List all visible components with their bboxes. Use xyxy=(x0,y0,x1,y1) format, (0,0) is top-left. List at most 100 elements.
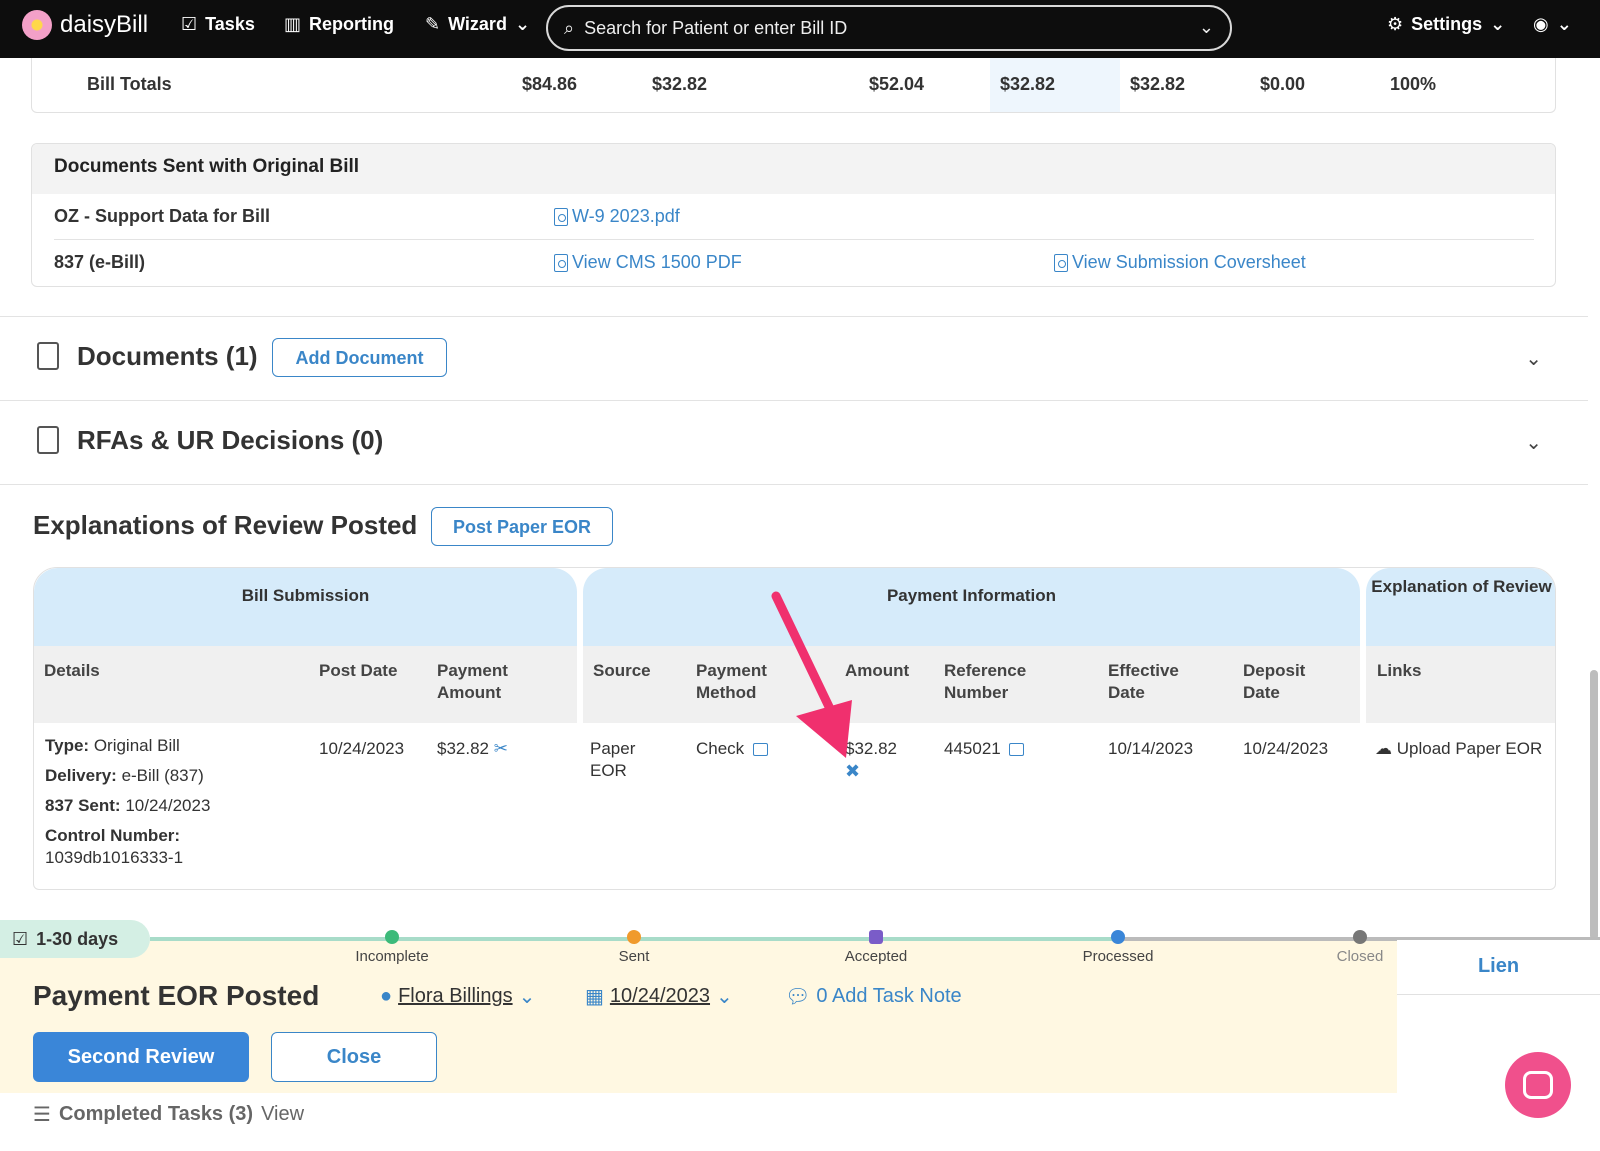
documents-section[interactable]: Documents (1) Add Document ⌄ xyxy=(0,316,1588,400)
stage-accepted: Accepted xyxy=(816,930,936,965)
user-circle-icon: ◉ xyxy=(1533,14,1549,34)
payment-method-cell: Check xyxy=(696,738,768,760)
chevron-down-icon[interactable]: ⌄ xyxy=(1199,17,1214,38)
nav-reporting-label: Reporting xyxy=(309,14,395,34)
sent-value: 10/24/2023 xyxy=(125,796,211,815)
delivery-label: Delivery: xyxy=(45,766,117,785)
header-details: Details xyxy=(44,661,100,680)
chat-launcher-button[interactable] xyxy=(1505,1052,1571,1118)
header-payment-method: Payment Method xyxy=(696,661,767,702)
due-date: 10/24/2023 xyxy=(609,985,711,1007)
due-date-dropdown[interactable]: ▦ 10/24/2023 ⌄ xyxy=(585,984,733,1009)
assignee-dropdown[interactable]: ● Flora Billings ⌄ xyxy=(380,984,535,1009)
header-amount: Amount xyxy=(845,661,910,680)
task-title: Payment EOR Posted xyxy=(33,980,320,1011)
view-coversheet-label: View Submission Coversheet xyxy=(1072,252,1306,272)
header-effective-date: Effective Date xyxy=(1108,661,1179,702)
documents-title: Documents (1) xyxy=(77,341,258,371)
doc-row-label: 837 (e-Bill) xyxy=(54,252,146,272)
total-value: $52.04 xyxy=(869,74,925,94)
header-source: Source xyxy=(593,661,651,680)
nav-settings[interactable]: ⚙ Settings ⌄ xyxy=(1387,14,1505,35)
header-deposit-date: Deposit Date xyxy=(1243,661,1306,702)
view-cms-1500-label: View CMS 1500 PDF xyxy=(572,252,742,272)
chevron-down-icon: ⌄ xyxy=(518,986,536,1008)
rfas-section[interactable]: RFAs & UR Decisions (0) ⌄ xyxy=(0,400,1588,484)
scrollbar[interactable] xyxy=(1590,670,1598,940)
close-button[interactable]: Close xyxy=(271,1032,437,1082)
nav-wizard[interactable]: ✎ Wizard ⌄ xyxy=(425,14,530,35)
add-document-button[interactable]: Add Document xyxy=(272,338,447,377)
upload-paper-eor-label: Upload Paper EOR xyxy=(1396,739,1543,758)
pdf-file-icon xyxy=(554,253,568,272)
add-task-note-link[interactable]: 💬︎ 0 Add Task Note xyxy=(785,984,962,1009)
group-payment-information: Payment Information xyxy=(583,568,1360,646)
circle-icon xyxy=(1353,930,1367,944)
add-task-note-label: 0 Add Task Note xyxy=(816,985,962,1007)
bill-totals-label: Bill Totals xyxy=(87,74,172,94)
edit-icon[interactable] xyxy=(752,743,768,757)
search-placeholder: Search for Patient or enter Bill ID xyxy=(584,17,848,38)
search-input[interactable]: ⌕ Search for Patient or enter Bill ID ⌄ xyxy=(546,5,1232,51)
task-bar: ☑ 1-30 days Incomplete Sent Accepted Pro… xyxy=(0,920,1600,1151)
reference-number-value: 445021 xyxy=(944,739,1001,758)
assignee-name: Flora Billings xyxy=(398,985,513,1007)
payment-amount-cell: $32.82 ✂ xyxy=(437,738,508,760)
completed-tasks[interactable]: ☰ Completed Tasks (3) View xyxy=(33,1102,304,1127)
delivery-value: e-Bill (837) xyxy=(121,766,204,785)
header-post-date: Post Date xyxy=(319,661,398,680)
completed-tasks-label: Completed Tasks (3) xyxy=(58,1103,254,1125)
payment-method-value: Check xyxy=(696,739,745,758)
total-value: $0.00 xyxy=(1260,74,1306,94)
column-separator xyxy=(577,568,583,723)
chevron-down-icon: ⌄ xyxy=(716,986,733,1008)
delete-x-icon[interactable]: ✖ xyxy=(845,761,860,781)
bar-chart-icon: ▥ xyxy=(284,14,302,34)
header-payment-amount: Payment Amount xyxy=(437,661,508,702)
total-value: $84.86 xyxy=(522,74,578,94)
brand-name: daisyBill xyxy=(60,11,149,38)
brand-logo[interactable]: daisyBill xyxy=(22,10,148,40)
check-circle-icon xyxy=(385,930,399,944)
documents-sent-card: Documents Sent with Original Bill OZ - S… xyxy=(31,143,1556,287)
stage-label: Processed xyxy=(1082,948,1154,965)
w9-link[interactable]: W-9 2023.pdf xyxy=(554,206,680,227)
nav-reporting[interactable]: ▥ Reporting xyxy=(284,14,394,35)
post-date-cell: 10/24/2023 xyxy=(319,739,405,758)
divider xyxy=(0,484,1588,485)
control-value: 1039db1016333-1 xyxy=(45,848,184,867)
chevron-down-icon[interactable]: ⌄ xyxy=(1525,346,1542,371)
sent-label: 837 Sent: xyxy=(45,796,121,815)
view-link[interactable]: View xyxy=(261,1103,304,1126)
view-cms-1500-link[interactable]: View CMS 1500 PDF xyxy=(554,252,742,273)
days-label: 1-30 days xyxy=(36,928,119,949)
edit-icon[interactable] xyxy=(1009,743,1025,757)
chevron-down-icon[interactable]: ⌄ xyxy=(1525,430,1542,455)
scissors-icon[interactable]: ✂ xyxy=(494,739,508,758)
effective-date-cell: 10/14/2023 xyxy=(1108,739,1194,758)
comment-icon: 💬︎ xyxy=(785,986,811,1008)
pdf-file-icon xyxy=(37,342,59,370)
details-cell: Type: Original Bill Delivery: e-Bill (83… xyxy=(45,731,210,869)
source-cell: Paper EOR xyxy=(590,739,636,780)
stage-label: Incomplete xyxy=(355,948,429,965)
view-coversheet-link[interactable]: View Submission Coversheet xyxy=(1054,252,1306,273)
second-review-button[interactable]: Second Review xyxy=(33,1032,249,1082)
amount-cell: $32.82 ✖ xyxy=(845,738,897,783)
daisy-icon xyxy=(22,10,52,40)
doc-row: OZ - Support Data for Bill W-9 2023.pdf xyxy=(54,194,1534,240)
stage-sent: Sent xyxy=(574,930,694,965)
reference-number-cell: 445021 xyxy=(944,738,1025,760)
eor-section-title: Explanations of Review Posted xyxy=(33,510,418,540)
lien-tab[interactable]: Lien xyxy=(1397,940,1600,995)
nav-tasks[interactable]: ☑ Tasks xyxy=(181,14,255,35)
post-paper-eor-button[interactable]: Post Paper EOR xyxy=(431,507,613,546)
type-value: Original Bill xyxy=(93,736,180,755)
document-icon xyxy=(37,426,59,454)
upload-paper-eor-link[interactable]: ☁ Upload Paper EOR xyxy=(1375,738,1545,760)
stage-label: Accepted xyxy=(844,948,908,965)
user-menu[interactable]: ◉ ⌄ xyxy=(1533,14,1572,35)
clipboard-check-icon: ☑ xyxy=(12,928,29,949)
gear-icon: ⚙ xyxy=(1387,14,1404,34)
clipboard-icon: ☑ xyxy=(181,14,198,34)
